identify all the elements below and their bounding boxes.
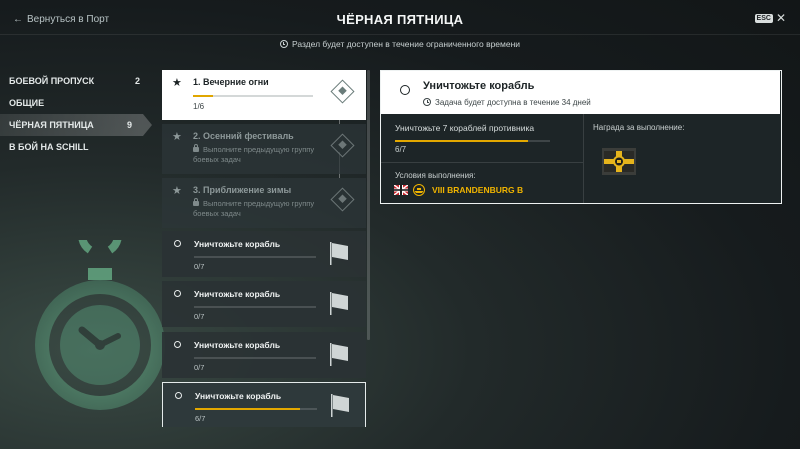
- mission-progress-bar: [195, 408, 317, 410]
- mission-title: Уничтожьте корабль: [194, 239, 281, 249]
- objective-text: Уничтожьте 7 кораблей противника: [395, 123, 535, 133]
- objective-progress-bar: [395, 140, 550, 142]
- locked-message: Выполните предыдущую группу боевых задач: [193, 198, 323, 219]
- detail-divider: [583, 114, 584, 203]
- flag-icon: [330, 343, 348, 366]
- clock-icon: [423, 98, 431, 106]
- sidebar-item-label: В БОЙ НА SCHILL: [9, 142, 89, 152]
- detail-subtitle-text: Задача будет доступна в течение 34 дней: [435, 98, 591, 107]
- mission-progress-bar: [194, 306, 316, 308]
- top-bar: ← Вернуться в Порт ЧЁРНАЯ ПЯТНИЦА ESC ✕: [0, 0, 800, 34]
- task-list-scrollbar[interactable]: [367, 70, 370, 340]
- mission-progress-text: 0/7: [194, 262, 205, 271]
- notice-text: Раздел будет доступен в течение ограниче…: [291, 39, 521, 49]
- lock-icon: [193, 144, 199, 152]
- detail-header: Уничтожьте корабль Задача будет доступна…: [381, 71, 780, 114]
- mission-progress-fill: [195, 408, 300, 410]
- locked-text: Выполните предыдущую группу боевых задач: [193, 199, 315, 218]
- reward-label: Награда за выполнение:: [593, 123, 685, 132]
- reward-flag-icon: [604, 151, 634, 172]
- task-list: ★ 1. Вечерние огни 1/6 ★ 2. Осенний фест…: [162, 70, 366, 427]
- sidebar-item-label: БОЕВОЙ ПРОПУСК: [9, 76, 95, 86]
- reward-item[interactable]: [602, 148, 636, 175]
- detail-subtitle: Задача будет доступна в течение 34 дней: [423, 98, 591, 107]
- mission-item[interactable]: Уничтожьте корабль 0/7: [162, 281, 366, 327]
- group-progress-bar: [193, 95, 313, 97]
- flag-icon: [330, 292, 348, 315]
- mission-status-icon: [174, 290, 181, 297]
- diamond-icon: [330, 79, 355, 104]
- mission-detail-panel: Уничтожьте корабль Задача будет доступна…: [380, 70, 782, 204]
- mission-title: Уничтожьте корабль: [194, 340, 281, 350]
- sidebar-item-black-friday[interactable]: ЧЁРНАЯ ПЯТНИЦА 9: [0, 114, 152, 136]
- mission-progress-bar: [194, 357, 316, 359]
- nation-flag-icon: [394, 185, 408, 195]
- lock-icon: [193, 198, 199, 206]
- mission-item[interactable]: Уничтожьте корабль 0/7: [162, 332, 366, 378]
- mission-status-icon: [174, 341, 181, 348]
- sidebar-item-schill[interactable]: В БОЙ НА SCHILL: [0, 136, 160, 158]
- mission-title: Уничтожьте корабль: [195, 391, 282, 401]
- sidebar-item-label: ОБЩИЕ: [9, 98, 45, 108]
- conditions-label: Условия выполнения:: [395, 171, 476, 180]
- mission-status-icon: [400, 85, 410, 95]
- mission-progress-text: 0/7: [194, 363, 205, 372]
- detail-title: Уничтожьте корабль: [423, 80, 535, 92]
- mission-status-icon: [175, 392, 182, 399]
- locked-message: Выполните предыдущую группу боевых задач: [193, 144, 323, 165]
- diamond-icon: [330, 133, 355, 158]
- page-title: ЧЁРНАЯ ПЯТНИЦА: [336, 12, 464, 27]
- mission-status-icon: [174, 240, 181, 247]
- star-icon: ★: [172, 131, 182, 143]
- mission-item-selected[interactable]: Уничтожьте корабль 6/7: [162, 382, 366, 427]
- mission-item[interactable]: Уничтожьте корабль 0/7: [162, 231, 366, 277]
- stopwatch-icon: [35, 240, 165, 410]
- flag-icon: [331, 394, 349, 417]
- sidebar-item-label: ЧЁРНАЯ ПЯТНИЦА: [9, 120, 94, 130]
- sidebar-item-count: 9: [126, 120, 132, 130]
- group-progress-text: 1/6: [193, 102, 205, 111]
- objective-progress-text: 6/7: [395, 145, 407, 154]
- close-button[interactable]: ESC ✕: [754, 11, 786, 25]
- sidebar-item-count: 2: [134, 76, 140, 86]
- mission-progress-bar: [194, 256, 316, 258]
- mission-title: Уничтожьте корабль: [194, 289, 281, 299]
- sidebar: БОЕВОЙ ПРОПУСК 2 ОБЩИЕ ЧЁРНАЯ ПЯТНИЦА 9 …: [0, 70, 160, 158]
- locked-text: Выполните предыдущую группу боевых задач: [193, 145, 315, 164]
- esc-key-label: ESC: [754, 13, 773, 23]
- group-title: 2. Осенний фестиваль: [193, 131, 294, 141]
- star-icon: ★: [172, 185, 182, 197]
- group-progress-fill: [193, 95, 214, 97]
- ship-tier-icon: [413, 184, 425, 196]
- close-icon: ✕: [775, 11, 786, 25]
- task-group-3[interactable]: ★ 3. Приближение зимы Выполните предыдущ…: [162, 178, 366, 228]
- time-limit-notice: Раздел будет доступен в течение ограниче…: [0, 39, 800, 49]
- clock-icon: [279, 40, 288, 48]
- task-group-1[interactable]: ★ 1. Вечерние огни 1/6: [162, 70, 366, 120]
- mission-progress-text: 0/7: [194, 312, 205, 321]
- diamond-icon: [330, 187, 355, 212]
- conditions-row: VIII BRANDENBURG B: [394, 184, 523, 196]
- header-divider: [0, 34, 800, 35]
- sidebar-item-battle-pass[interactable]: БОЕВОЙ ПРОПУСК 2: [0, 70, 160, 92]
- mission-progress-text: 6/7: [195, 414, 206, 423]
- ship-name: VIII BRANDENBURG B: [432, 185, 524, 195]
- group-title: 3. Приближение зимы: [193, 185, 292, 195]
- flag-icon: [330, 242, 348, 265]
- task-group-2[interactable]: ★ 2. Осенний фестиваль Выполните предыду…: [162, 124, 366, 174]
- objective-progress-fill: [395, 140, 528, 142]
- sidebar-item-general[interactable]: ОБЩИЕ: [0, 92, 160, 114]
- star-icon: ★: [172, 77, 182, 89]
- detail-divider: [381, 162, 583, 163]
- group-title: 1. Вечерние огни: [193, 77, 269, 87]
